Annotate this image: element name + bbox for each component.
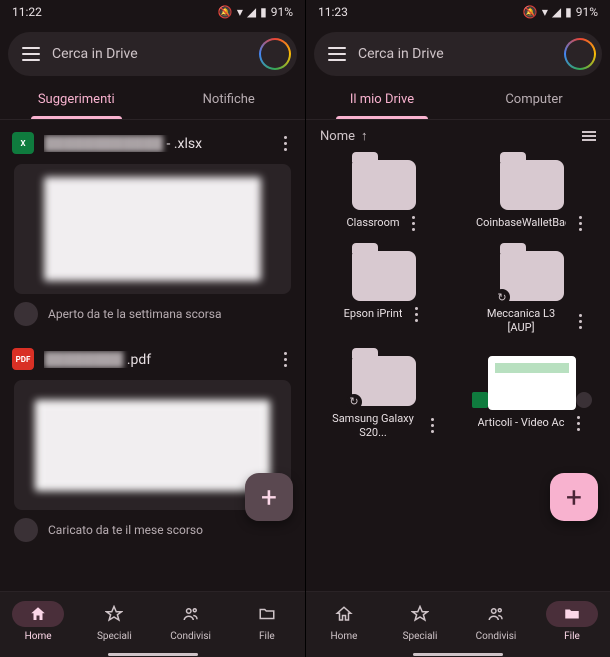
pdf-icon: PDF — [12, 348, 34, 370]
user-avatar-icon — [14, 302, 38, 326]
account-avatar[interactable] — [259, 38, 291, 70]
fab-add[interactable]: + — [550, 473, 598, 521]
folder-icon — [352, 356, 416, 406]
more-icon[interactable] — [570, 416, 586, 431]
search-input[interactable]: Cerca in Drive — [52, 46, 247, 62]
gesture-bar — [0, 651, 305, 657]
star-icon — [105, 605, 123, 623]
wifi-icon: ▾ — [542, 5, 548, 19]
view-toggle-icon[interactable] — [582, 131, 596, 141]
folder-icon — [258, 605, 276, 623]
search-input[interactable]: Cerca in Drive — [358, 46, 552, 62]
battery-icon: ▮ — [260, 5, 267, 19]
dnd-icon: 🔕 — [523, 5, 538, 19]
fab-add[interactable]: + — [245, 473, 293, 521]
more-icon[interactable] — [572, 314, 588, 329]
phone-left: 11:22 🔕 ▾ ◢ ▮ 91% Cerca in Drive Suggeri… — [0, 0, 305, 657]
folder-icon — [500, 160, 564, 210]
sort-row: Nome ↑ — [306, 120, 610, 148]
signal-icon: ◢ — [247, 5, 256, 19]
battery-icon: ▮ — [565, 5, 572, 19]
folder-item[interactable]: Meccanica L3 [AUP] — [458, 243, 606, 344]
account-avatar[interactable] — [564, 38, 596, 70]
nav-home[interactable]: Home — [0, 592, 76, 651]
folder-item[interactable]: Classroom — [310, 152, 458, 239]
nav-shared[interactable]: Condivisi — [458, 592, 534, 651]
nav-files[interactable]: File — [229, 592, 305, 651]
more-icon[interactable] — [408, 307, 424, 322]
tabs: Il mio Drive Computer — [306, 80, 610, 120]
home-icon — [335, 605, 353, 623]
file-name: ████████ .pdf — [44, 351, 267, 368]
folder-icon — [500, 251, 564, 301]
dnd-icon: 🔕 — [218, 5, 233, 19]
star-icon — [411, 605, 429, 623]
sheets-icon — [472, 392, 488, 408]
file-thumbnail[interactable] — [14, 164, 291, 294]
user-avatar-icon — [14, 518, 38, 542]
phone-right: 11:23 🔕 ▾ ◢ ▮ 91% Cerca in Drive Il mio … — [305, 0, 610, 657]
folder-item[interactable]: Epson iPrint — [310, 243, 458, 344]
people-icon — [487, 605, 505, 623]
sheets-thumbnail — [488, 356, 576, 410]
nav-starred[interactable]: Speciali — [76, 592, 152, 651]
folder-icon — [563, 605, 581, 623]
home-icon — [29, 605, 47, 623]
tab-mydrive[interactable]: Il mio Drive — [306, 80, 458, 119]
more-icon[interactable] — [424, 418, 440, 433]
battery-percent: 91% — [271, 5, 293, 19]
gesture-bar — [306, 651, 610, 657]
search-bar[interactable]: Cerca in Drive — [314, 32, 602, 76]
tab-suggestions[interactable]: Suggerimenti — [0, 80, 153, 119]
signal-icon: ◢ — [552, 5, 561, 19]
shared-icon — [576, 392, 592, 408]
file-item[interactable]: Articoli - Video Ac — [458, 348, 606, 449]
bottom-nav: Home Speciali Condivisi File — [0, 591, 305, 651]
people-icon — [182, 605, 200, 623]
search-bar[interactable]: Cerca in Drive — [8, 32, 297, 76]
folder-icon — [352, 251, 416, 301]
menu-icon[interactable] — [328, 47, 346, 61]
arrow-up-icon: ↑ — [361, 128, 368, 144]
tabs: Suggerimenti Notifiche — [0, 80, 305, 120]
file-subtitle: Caricato da te il mese scorso — [48, 523, 203, 537]
xlsx-icon: X — [12, 132, 34, 154]
file-subtitle: Aperto da te la settimana scorsa — [48, 307, 222, 321]
content: X ████████████ - .xlsx Aperto da te la s… — [0, 120, 305, 591]
content: Nome ↑ Classroom CoinbaseWalletBackups — [306, 120, 610, 591]
tab-notifications[interactable]: Notifiche — [153, 80, 306, 119]
menu-icon[interactable] — [22, 47, 40, 61]
suggestion-card[interactable]: X ████████████ - .xlsx Aperto da te la s… — [0, 120, 305, 336]
status-time: 11:23 — [318, 5, 348, 19]
battery-percent: 91% — [576, 5, 598, 19]
status-icons: 🔕 ▾ ◢ ▮ 91% — [523, 5, 598, 19]
status-icons: 🔕 ▾ ◢ ▮ 91% — [218, 5, 293, 19]
bottom-nav: Home Speciali Condivisi File — [306, 591, 610, 651]
more-icon[interactable] — [277, 136, 293, 151]
more-icon[interactable] — [572, 216, 588, 231]
folder-grid: Classroom CoinbaseWalletBackups Epson iP… — [306, 148, 610, 452]
folder-icon — [352, 160, 416, 210]
nav-files[interactable]: File — [534, 592, 610, 651]
folder-item[interactable]: CoinbaseWalletBackups — [458, 152, 606, 239]
more-icon[interactable] — [277, 352, 293, 367]
folder-item[interactable]: Samsung Galaxy S20... — [310, 348, 458, 449]
nav-shared[interactable]: Condivisi — [153, 592, 229, 651]
tab-computer[interactable]: Computer — [458, 80, 610, 119]
status-bar: 11:23 🔕 ▾ ◢ ▮ 91% — [306, 0, 610, 24]
status-bar: 11:22 🔕 ▾ ◢ ▮ 91% — [0, 0, 305, 24]
sort-button[interactable]: Nome ↑ — [320, 128, 367, 144]
status-time: 11:22 — [12, 5, 42, 19]
nav-home[interactable]: Home — [306, 592, 382, 651]
more-icon[interactable] — [406, 216, 422, 231]
file-name: ████████████ - .xlsx — [44, 135, 267, 152]
wifi-icon: ▾ — [237, 5, 243, 19]
nav-starred[interactable]: Speciali — [382, 592, 458, 651]
